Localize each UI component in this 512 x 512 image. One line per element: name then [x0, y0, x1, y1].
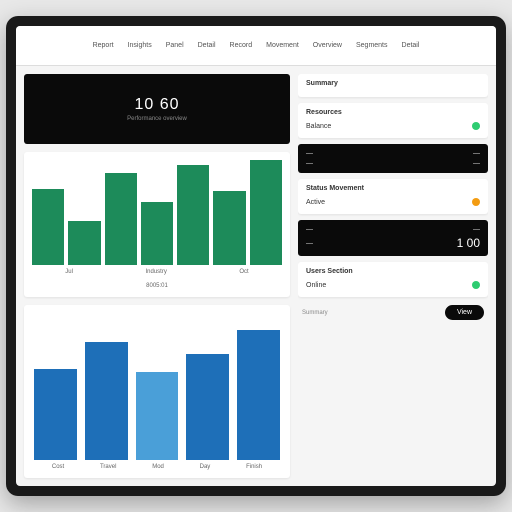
chart2-label: Cost [52, 464, 64, 470]
chart1-label: Jul [65, 269, 73, 275]
bar [177, 165, 209, 264]
chart2-label: Day [200, 464, 211, 470]
status-dot-icon [472, 281, 480, 289]
stat-value: 1 00 [457, 236, 480, 250]
chart1-secondary: 8005:01 [24, 283, 290, 297]
bar [85, 342, 128, 460]
laptop-frame: Report Insights Panel Detail Record Move… [6, 16, 506, 496]
chart2-label: Finish [246, 464, 262, 470]
metric-label: Online [306, 282, 326, 289]
stat-row: — 1 00 [306, 236, 480, 250]
section-header: Summary [298, 74, 488, 97]
nav-item[interactable]: Insights [128, 42, 152, 49]
resources-card[interactable]: Resources Balance [298, 103, 488, 138]
bar [136, 372, 179, 460]
main-area: 10 60 Performance overview Jul Industry … [16, 66, 496, 486]
section-title: Summary [306, 80, 480, 87]
stat-row: —— [306, 160, 480, 167]
hero-subtitle: Performance overview [127, 116, 187, 122]
bar [237, 330, 280, 460]
screen: Report Insights Panel Detail Record Move… [16, 26, 496, 486]
nav-item[interactable]: Detail [198, 42, 216, 49]
status-dot-icon [472, 198, 480, 206]
hero-card: 10 60 Performance overview [24, 74, 290, 144]
bar [141, 202, 173, 265]
dark-stat-card-2: —— — 1 00 [298, 220, 488, 256]
sidebar-footer: Summary View [298, 303, 488, 322]
nav-item[interactable]: Overview [313, 42, 342, 49]
dark-stat-card-1: —— —— [298, 144, 488, 173]
bar [186, 354, 229, 460]
nav-item[interactable]: Movement [266, 42, 299, 49]
footer-label: Summary [302, 310, 328, 316]
chart1-labels: Jul Industry Oct [24, 265, 290, 283]
card-title: Status Movement [306, 185, 480, 192]
status-dot-icon [472, 122, 480, 130]
left-column: 10 60 Performance overview Jul Industry … [24, 74, 290, 478]
metric-row: Online [306, 279, 480, 291]
view-button[interactable]: View [445, 305, 484, 320]
bar [213, 191, 245, 264]
metric-row: Balance [306, 120, 480, 132]
status-card[interactable]: Status Movement Active [298, 179, 488, 214]
nav-item[interactable]: Detail [402, 42, 420, 49]
bar [250, 160, 282, 265]
chart2-labels: Cost Travel Mod Day Finish [24, 460, 290, 478]
card-title: Users Section [306, 268, 480, 275]
bar [34, 369, 77, 460]
nav-item[interactable]: Record [230, 42, 253, 49]
metric-label: Active [306, 199, 325, 206]
nav-item[interactable]: Panel [166, 42, 184, 49]
users-card[interactable]: Users Section Online [298, 262, 488, 297]
chart1-bars [24, 152, 290, 265]
stat-row: —— [306, 226, 480, 233]
top-nav: Report Insights Panel Detail Record Move… [16, 26, 496, 66]
chart2-label: Mod [152, 464, 164, 470]
bar [32, 189, 64, 264]
chart1-secondary-label: 8005:01 [146, 283, 168, 289]
hero-value: 10 60 [134, 96, 179, 114]
chart1-label: Industry [145, 269, 166, 275]
nav-item[interactable]: Segments [356, 42, 388, 49]
bar [105, 173, 137, 265]
chart2-bars [24, 305, 290, 460]
chart2-label: Travel [100, 464, 116, 470]
stat-row: —— [306, 150, 480, 157]
card-title: Resources [306, 109, 480, 116]
metric-label: Balance [306, 123, 331, 130]
right-column: Summary Resources Balance —— —— Status M… [298, 74, 488, 478]
nav-item[interactable]: Report [93, 42, 114, 49]
blue-bar-chart: Cost Travel Mod Day Finish [24, 305, 290, 478]
bar [68, 221, 100, 265]
chart1-label: Oct [239, 269, 248, 275]
green-bar-chart: Jul Industry Oct 8005:01 [24, 152, 290, 297]
metric-row: Active [306, 196, 480, 208]
